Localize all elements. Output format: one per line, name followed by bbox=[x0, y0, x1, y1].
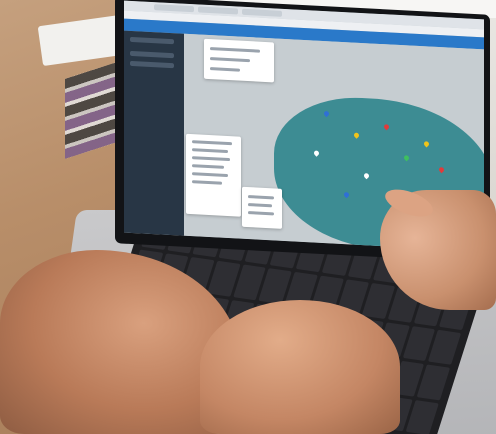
photo bbox=[0, 0, 496, 434]
panel-row bbox=[192, 164, 224, 169]
nav-item bbox=[130, 36, 174, 45]
category-panel bbox=[186, 133, 241, 217]
browser-tab bbox=[154, 4, 194, 13]
nav-item bbox=[130, 50, 174, 59]
panel-row bbox=[210, 57, 250, 63]
panel-row bbox=[248, 203, 272, 208]
panel-row bbox=[192, 156, 230, 162]
panel-row bbox=[192, 172, 228, 178]
nav-item bbox=[130, 60, 174, 69]
browser-tab bbox=[198, 6, 238, 15]
panel-row bbox=[192, 148, 228, 154]
layers-panel bbox=[242, 186, 282, 229]
browser-tab bbox=[242, 8, 282, 17]
right-hand bbox=[200, 300, 400, 434]
panel-row bbox=[248, 211, 274, 216]
panel-row bbox=[248, 195, 274, 200]
panel-row bbox=[192, 180, 222, 185]
panel-row bbox=[210, 67, 240, 72]
panel-row bbox=[210, 47, 260, 53]
search-panel bbox=[204, 38, 274, 83]
side-navigation bbox=[124, 30, 184, 236]
panel-row bbox=[192, 140, 232, 146]
